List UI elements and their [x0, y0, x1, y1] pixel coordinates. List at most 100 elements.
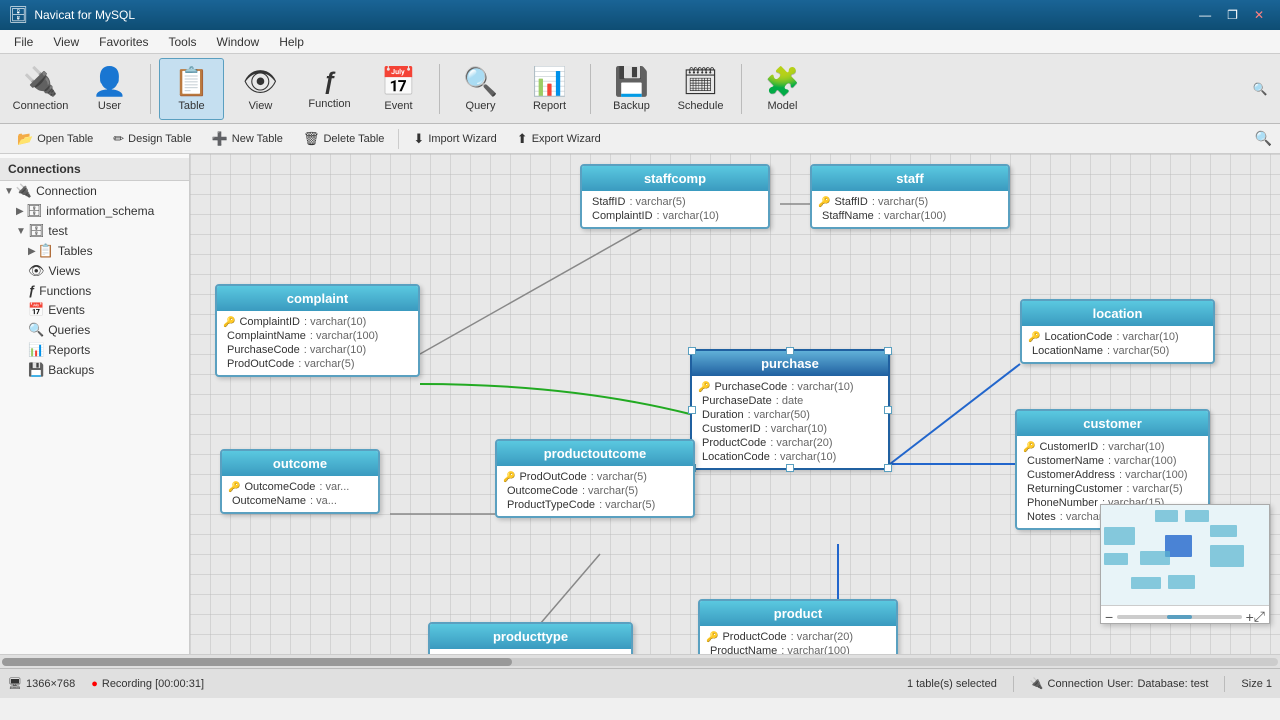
status-bar: 🖥 1366×768 ● Recording [00:00:31] 1 tabl… [0, 668, 1280, 698]
table-row: 🔑 ProductTypeCode : varchar(5) [436, 653, 625, 654]
table-row: ReturningCustomer : varchar(5) [1023, 482, 1202, 496]
queries-tree-icon: 🔍 [28, 322, 44, 338]
win-close[interactable]: ✕ [1246, 8, 1272, 22]
user-status-text: User: [1107, 678, 1133, 690]
table-producttype-body: 🔑 ProductTypeCode : varchar(5) ProductTy… [430, 649, 631, 654]
sidebar-item-connection[interactable]: ▼ 🔌 Connection [0, 181, 189, 201]
resize-handle-tr[interactable] [884, 347, 892, 355]
win-minimize[interactable]: — [1191, 8, 1219, 22]
resize-handle-bm[interactable] [786, 464, 794, 472]
resize-handle-ml[interactable] [688, 406, 696, 414]
event-button[interactable]: 📅 Event [366, 58, 431, 120]
function-label: Function [308, 98, 350, 110]
sidebar-item-functions[interactable]: ƒ Functions [24, 281, 189, 300]
table-producttype[interactable]: producttype 🔑 ProductTypeCode : varchar(… [428, 622, 633, 654]
table-row: PurchaseDate : date [698, 394, 882, 408]
sidebar-item-events[interactable]: 📅 Events [24, 300, 189, 320]
table-location-body: 🔑 LocationCode : varchar(10) LocationNam… [1022, 326, 1213, 362]
query-icon: 🔍 [463, 65, 498, 98]
open-table-button[interactable]: 📂 Open Table [8, 127, 102, 151]
menu-file[interactable]: File [4, 33, 43, 51]
connection-icon: 🔌 [23, 65, 58, 98]
menu-favorites[interactable]: Favorites [89, 33, 158, 51]
table-label: Table [178, 100, 204, 112]
minimap-zoom-in[interactable]: + [1246, 609, 1254, 625]
menu-tools[interactable]: Tools [159, 33, 207, 51]
user-button[interactable]: 👤 User [77, 58, 142, 120]
recording-text: Recording [00:00:31] [102, 678, 204, 690]
resize-handle-mr[interactable] [884, 406, 892, 414]
schedule-button[interactable]: 🗓 Schedule [668, 58, 733, 120]
table-outcome-header: outcome [222, 451, 378, 476]
table-staffcomp[interactable]: staffcomp StaffID : varchar(5) Complaint… [580, 164, 770, 229]
key-icon: 🔑 [228, 482, 240, 493]
export-wizard-icon: ⬆ [517, 131, 528, 147]
horizontal-scrollbar[interactable] [0, 654, 1280, 668]
table-staff[interactable]: staff 🔑 StaffID : varchar(5) StaffName :… [810, 164, 1010, 229]
design-table-label: Design Table [128, 133, 191, 145]
table-purchase[interactable]: purchase 🔑 PurchaseCode : varchar(10) Pu… [690, 349, 890, 470]
minimap-slider[interactable] [1117, 615, 1241, 619]
backup-button[interactable]: 💾 Backup [599, 58, 664, 120]
table-productoutcome[interactable]: productoutcome 🔑 ProdOutCode : varchar(5… [495, 439, 695, 518]
report-button[interactable]: 📊 Report [517, 58, 582, 120]
menu-bar: File View Favorites Tools Window Help [0, 30, 1280, 54]
function-button[interactable]: ƒ Function [297, 58, 362, 120]
table-complaint[interactable]: complaint 🔑 ComplaintID : varchar(10) Co… [215, 284, 420, 377]
open-table-icon: 📂 [17, 131, 33, 147]
toolbar-separator-1 [150, 64, 151, 114]
view-button[interactable]: 👁 View [228, 58, 293, 120]
user-label: User [98, 100, 121, 112]
diagram-canvas[interactable]: staffcomp StaffID : varchar(5) Complaint… [190, 154, 1280, 654]
backups-label: Backups [48, 363, 94, 377]
sidebar-item-information_schema[interactable]: ▶ 🗄 information_schema [12, 201, 189, 221]
minimap-zoom-out[interactable]: − [1105, 609, 1113, 625]
sidebar-item-reports[interactable]: 📊 Reports [24, 340, 189, 360]
export-wizard-label: Export Wizard [532, 133, 601, 145]
model-label: Model [768, 100, 798, 112]
table-row: 🔑 StaffID : varchar(5) [818, 195, 1002, 209]
design-table-icon: ✏ [113, 131, 124, 147]
recording-icon: ● [91, 678, 98, 690]
minimap-controls: − + ⤢ [1101, 605, 1269, 627]
scroll-thumb[interactable] [2, 658, 512, 666]
design-table-button[interactable]: ✏ Design Table [104, 127, 200, 151]
table-location[interactable]: location 🔑 LocationCode : varchar(10) Lo… [1020, 299, 1215, 364]
sidebar-item-views[interactable]: 👁 Views [24, 261, 189, 281]
resize-handle-tl[interactable] [688, 347, 696, 355]
connection-label: Connection [13, 100, 69, 112]
menu-window[interactable]: Window [207, 33, 270, 51]
menu-view[interactable]: View [43, 33, 89, 51]
query-button[interactable]: 🔍 Query [448, 58, 513, 120]
connection-button[interactable]: 🔌 Connection [8, 58, 73, 120]
menu-help[interactable]: Help [269, 33, 314, 51]
table-row: LocationCode : varchar(10) [698, 450, 882, 464]
table-outcome[interactable]: outcome 🔑 OutcomeCode : var... OutcomeNa… [220, 449, 380, 514]
app-title: Navicat for MySQL [34, 8, 1191, 22]
sidebar-item-tables[interactable]: ▶ 📋 Tables [24, 241, 189, 261]
new-table-label: New Table [232, 133, 283, 145]
sidebar-item-test[interactable]: ▼ 🗄 test [12, 221, 189, 241]
toolbar-search[interactable]: 🔍 [1248, 77, 1272, 101]
win-maximize[interactable]: ❐ [1219, 8, 1246, 22]
export-wizard-button[interactable]: ⬆ Export Wizard [508, 127, 610, 151]
report-label: Report [533, 100, 566, 112]
table-product[interactable]: product 🔑 ProductCode : varchar(20) Prod… [698, 599, 898, 654]
model-button[interactable]: 🧩 Model [750, 58, 815, 120]
title-bar: 🗄 Navicat for MySQL — ❐ ✕ [0, 0, 1280, 30]
import-wizard-label: Import Wizard [428, 133, 496, 145]
new-table-button[interactable]: ➕ New Table [203, 127, 292, 151]
table-row: StaffName : varchar(100) [818, 209, 1002, 223]
minimap-fit[interactable]: ⤢ [1254, 608, 1265, 625]
delete-table-button[interactable]: 🗑 Delete Table [294, 127, 393, 151]
sidebar-item-backups[interactable]: 💾 Backups [24, 360, 189, 380]
table-button[interactable]: 📋 Table [159, 58, 224, 120]
resize-handle-tm[interactable] [786, 347, 794, 355]
resize-handle-br[interactable] [884, 464, 892, 472]
subtoolbar-search-icon[interactable]: 🔍 [1255, 130, 1272, 147]
schedule-label: Schedule [678, 100, 724, 112]
table-row: 🔑 ComplaintID : varchar(10) [223, 315, 412, 329]
import-wizard-button[interactable]: ⬇ Import Wizard [404, 127, 505, 151]
sidebar-item-queries[interactable]: 🔍 Queries [24, 320, 189, 340]
table-row: ProdOutCode : varchar(5) [223, 357, 412, 371]
